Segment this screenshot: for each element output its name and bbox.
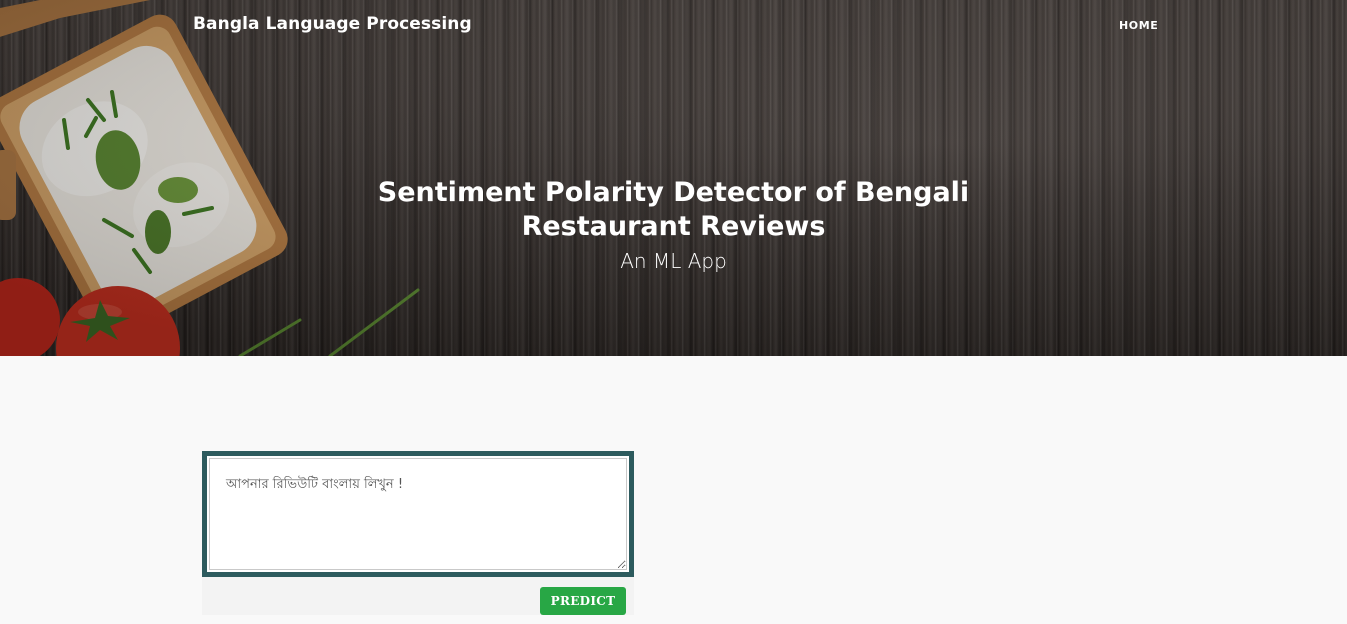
page-subtitle: An ML App [620,249,727,273]
review-form: PREDICT [202,451,634,615]
predict-button[interactable]: PREDICT [540,587,626,615]
hero-text: Sentiment Polarity Detector of Bengali R… [0,176,1347,274]
review-input-frame [202,451,634,577]
review-textarea[interactable] [209,458,627,570]
hero-header: Bangla Language Processing HOME Sentimen… [0,0,1347,356]
page-title: Sentiment Polarity Detector of Bengali R… [377,177,970,242]
brand-logo-link[interactable]: Bangla Language Processing [193,14,472,34]
nav-home-link[interactable]: HOME [1119,19,1158,32]
